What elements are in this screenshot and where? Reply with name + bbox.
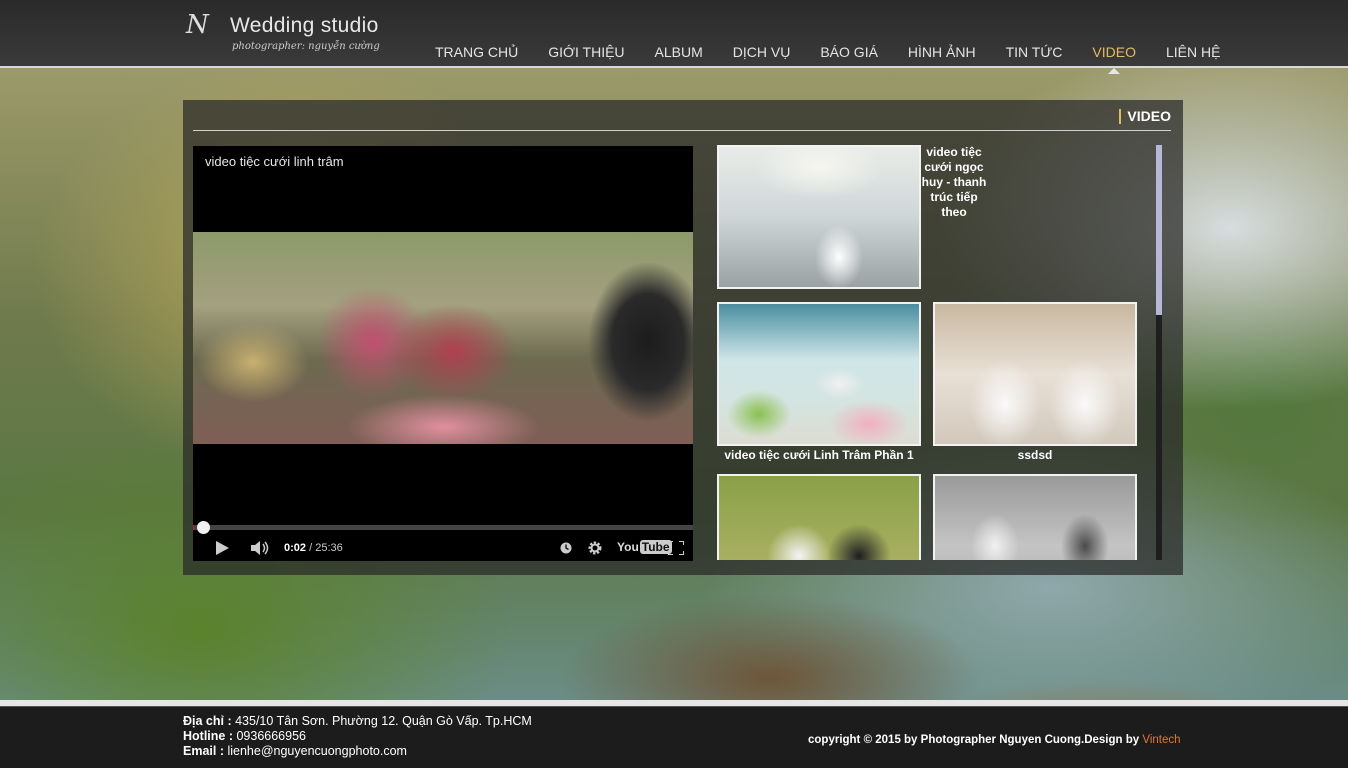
video-thumbnail[interactable] [933,302,1137,446]
video-title[interactable]: video tiệc cưới linh trâm [205,154,344,169]
logo-mark: N [186,10,209,40]
email-value[interactable]: lienhe@nguyencuongphoto.com [224,744,407,758]
time-total: 25:36 [315,542,343,554]
hotline-label: Hotline : [183,729,233,743]
hotline-value[interactable]: 0936666956 [233,729,306,743]
contact-info: Địa chỉ : 435/10 Tân Sơn. Phường 12. Quậ… [183,714,532,759]
gallery-item-caption[interactable]: ssdsd [933,448,1137,462]
player-controls: 0:02 / 25:36 You Tube [193,535,693,561]
time-current: 0:02 [284,542,307,554]
copyright-text: copyright © 2015 by Photographer Nguyen … [808,734,1143,746]
gallery-item[interactable] [717,474,921,560]
nav-item-lien-he[interactable]: LIÊN HỆ [1151,44,1235,60]
nav-item-album[interactable]: ALBUM [640,44,718,60]
nav-item-hinh-anh[interactable]: HÌNH ẢNH [893,44,991,60]
site-logo[interactable]: N Wedding studio photographer: nguyễn cư… [186,10,386,58]
address-value: 435/10 Tân Sơn. Phường 12. Quận Gò Vấp. … [231,714,532,728]
panel-title: VIDEO [1119,109,1171,124]
email-line: Email : lienhe@nguyencuongphoto.com [183,744,532,759]
watch-later-icon[interactable] [560,542,572,554]
site-header: N Wedding studio photographer: nguyễn cư… [0,0,1348,74]
youtube-logo-you: You [617,540,639,554]
logo-subtitle: photographer: nguyễn cường [232,41,380,52]
scrollbar-thumb[interactable] [1156,145,1162,315]
gallery-scrollbar[interactable] [1156,145,1162,560]
address-line: Địa chỉ : 435/10 Tân Sơn. Phường 12. Quậ… [183,714,532,729]
gallery-item[interactable] [717,145,921,289]
nav-item-tin-tuc[interactable]: TIN TỨC [991,44,1078,60]
video-thumbnail[interactable] [933,474,1137,560]
site-footer: Địa chỉ : 435/10 Tân Sơn. Phường 12. Quậ… [0,706,1348,768]
gallery-item-caption[interactable]: video tiệc cưới Linh Trâm Phần 1 [717,448,921,462]
youtube-logo-tube: Tube [639,540,672,554]
address-label: Địa chỉ : [183,714,232,728]
nav-item-gioi-thieu[interactable]: GIỚI THIỆU [533,44,639,60]
gallery-item-caption[interactable]: video tiệc cưới ngọc huy - thanh trúc ti… [921,145,987,220]
logo-title: Wedding studio [230,14,379,37]
progress-handle[interactable] [196,521,210,534]
panel-title-bar: VIDEO [193,100,1171,131]
settings-gear-icon[interactable] [587,540,603,556]
nav-item-trang-chu[interactable]: TRANG CHỦ [420,44,533,60]
progress-bar[interactable] [193,521,693,534]
progress-fill [193,525,194,530]
play-icon[interactable] [215,541,229,555]
gallery-item[interactable]: video tiệc cưới Linh Trâm Phần 1 [717,302,921,462]
nav-item-bao-gia[interactable]: BÁO GIÁ [805,44,893,60]
youtube-logo[interactable]: You Tube [617,540,672,554]
video-thumbnail[interactable] [717,474,921,560]
nav-item-dich-vu[interactable]: DỊCH VỤ [718,44,806,60]
video-panel: VIDEO video tiệc cưới linh trâm 0:02 / 2… [183,100,1183,575]
video-frame[interactable] [193,232,693,444]
video-gallery: video tiệc cưới ngọc huy - thanh trúc ti… [717,145,1163,560]
gallery-item[interactable]: ssdsd [933,302,1137,462]
volume-icon[interactable] [251,541,271,555]
nav-item-video[interactable]: VIDEO [1077,44,1151,74]
gallery-item[interactable] [933,474,1137,560]
video-thumbnail[interactable] [717,145,921,289]
main-nav: TRANG CHỦ GIỚI THIỆU ALBUM DỊCH VỤ BÁO G… [420,44,1235,74]
designer-link[interactable]: Vintech [1142,734,1180,746]
video-thumbnail[interactable] [717,302,921,446]
fullscreen-icon[interactable] [668,541,684,555]
time-display: 0:02 / 25:36 [284,542,343,554]
email-label: Email : [183,744,224,758]
video-player[interactable]: video tiệc cưới linh trâm 0:02 / 25:36 Y… [193,146,693,561]
time-separator: / [306,542,316,554]
copyright: copyright © 2015 by Photographer Nguyen … [808,734,1181,746]
hotline-line: Hotline : 0936666956 [183,729,532,744]
